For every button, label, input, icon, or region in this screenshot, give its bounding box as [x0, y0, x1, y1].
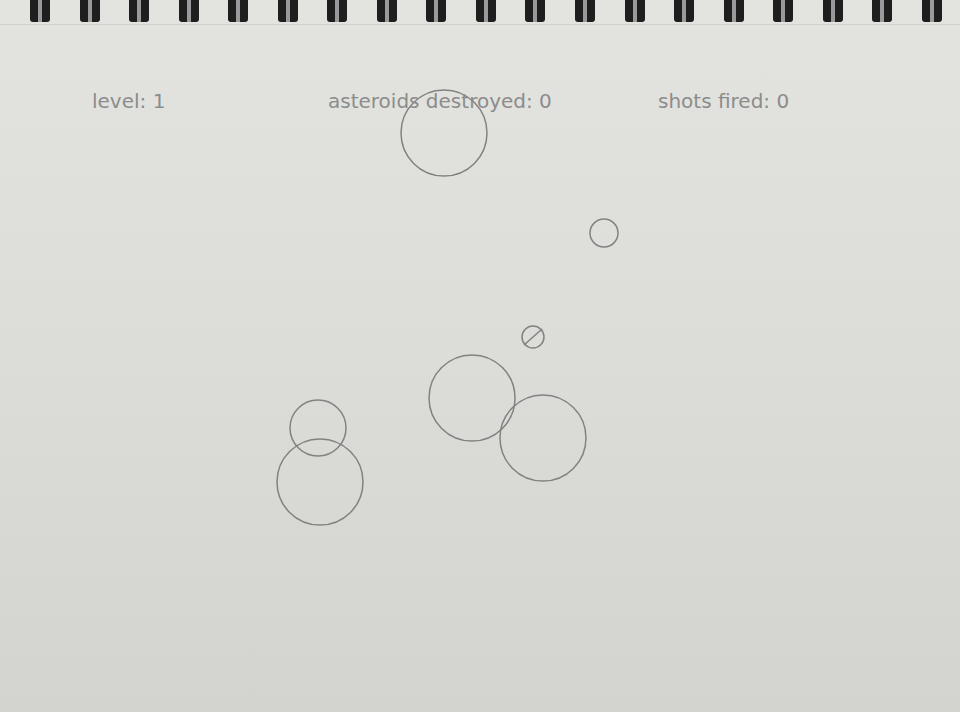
game-screen: level: 1asteroids destroyed: 0shots fire…	[0, 0, 960, 712]
binding-ring-icon	[80, 0, 100, 22]
binding-ring-icon	[30, 0, 50, 22]
binding-ring-icon	[823, 0, 843, 22]
binding-ring-icon	[773, 0, 793, 22]
binding-ring-icon	[426, 0, 446, 22]
asteroid	[590, 219, 618, 247]
destroyed-counter: asteroids destroyed: 0	[328, 87, 658, 115]
asteroid	[290, 400, 346, 456]
asteroid	[429, 355, 515, 441]
binding-ring-icon	[327, 0, 347, 22]
binding-ring-icon	[179, 0, 199, 22]
binding-ring-icon	[525, 0, 545, 22]
hud: level: 1asteroids destroyed: 0shots fire…	[0, 25, 960, 115]
binding-ring-icon	[278, 0, 298, 22]
binding-ring-icon	[922, 0, 942, 22]
binding-ring-icon	[377, 0, 397, 22]
binding-ring-icon	[625, 0, 645, 22]
spiral-binding	[0, 0, 960, 25]
binding-ring-icon	[724, 0, 744, 22]
binding-ring-icon	[129, 0, 149, 22]
asteroid	[500, 395, 586, 481]
asteroid	[277, 439, 363, 525]
shots-counter: shots fired: 0	[658, 87, 789, 115]
binding-ring-icon	[575, 0, 595, 22]
binding-ring-icon	[228, 0, 248, 22]
binding-ring-icon	[872, 0, 892, 22]
ship-icon	[522, 326, 544, 348]
binding-ring-icon	[674, 0, 694, 22]
binding-ring-icon	[476, 0, 496, 22]
level-label: level: 1	[92, 87, 328, 115]
